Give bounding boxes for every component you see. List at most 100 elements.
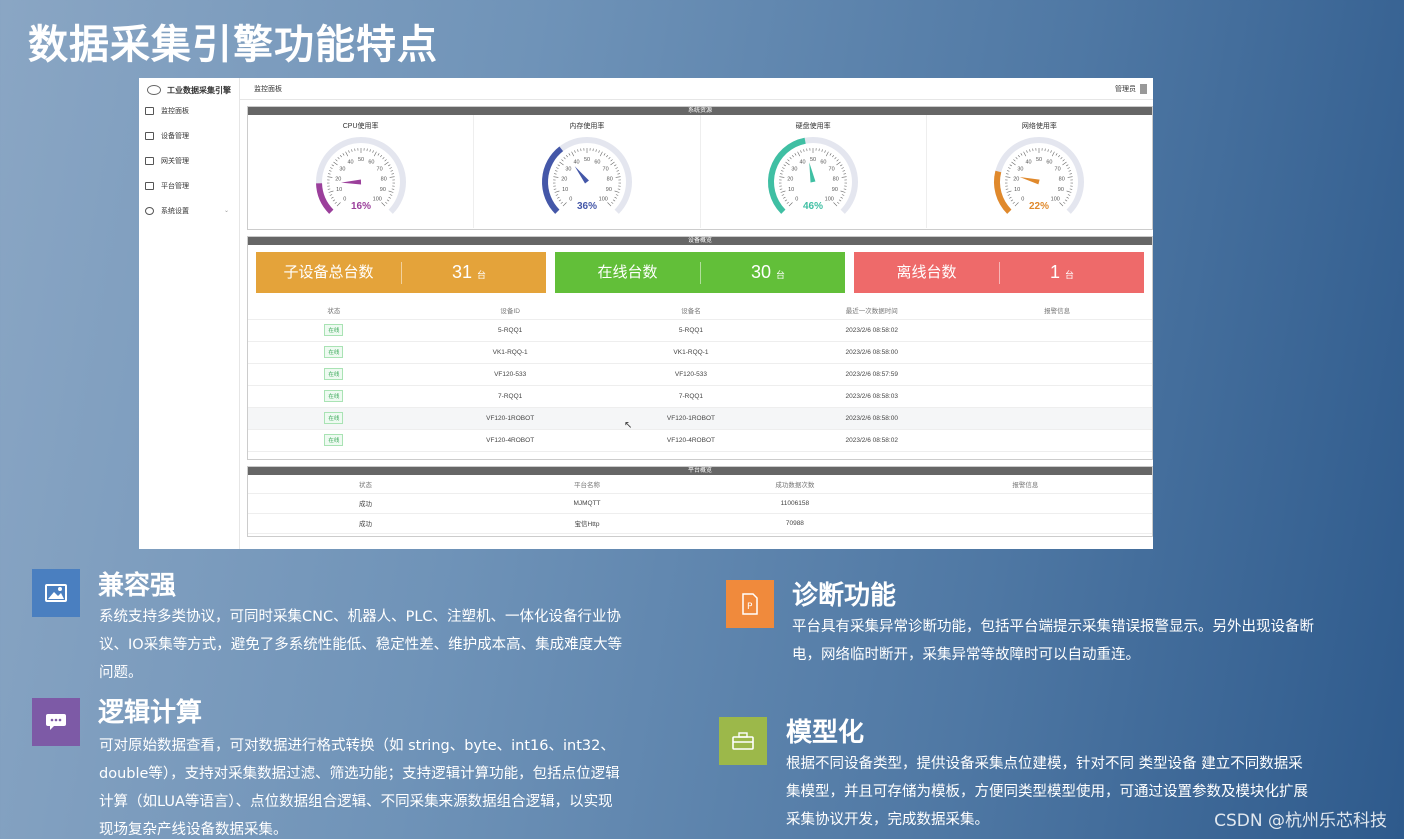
gauge-memory: 内存使用率 0 10 20 30 40 50 60 70 80 90 100 36% xyxy=(474,115,701,228)
gauge-tick xyxy=(369,149,371,152)
gauge-tick xyxy=(1012,201,1016,204)
gauge-tick xyxy=(1023,151,1027,157)
gauge-tick xyxy=(1015,202,1020,207)
gauge-tick xyxy=(610,161,615,166)
column-header[interactable]: 平台名称 xyxy=(483,475,691,494)
table-row[interactable]: 在线 7-RQQ1 7-RQQ1 2023/2/6 08:58:03 xyxy=(248,385,1152,408)
table-row[interactable]: 在线 VK1-RQQ-1 VK1-RQQ-1 2023/2/6 08:58:00 xyxy=(248,341,1152,364)
gauge-tick xyxy=(843,188,847,190)
sidebar-item-monitor[interactable]: 监控面板 xyxy=(139,98,239,123)
gauge-tick-label: 30 xyxy=(1018,166,1024,172)
column-header[interactable]: 设备ID xyxy=(419,301,601,320)
column-header[interactable]: 状态 xyxy=(248,475,484,494)
gauge-tick-label: 40 xyxy=(347,160,353,166)
gauge-tick xyxy=(553,173,557,175)
card-label: 子设备总台数 xyxy=(256,261,402,284)
gauge-tick xyxy=(388,196,391,199)
gauge-needle xyxy=(809,162,816,183)
gauge-tick xyxy=(1006,190,1012,193)
gauge-tick xyxy=(785,161,790,166)
gauge-needle xyxy=(1020,177,1040,185)
mouse-cursor-icon: ↖ xyxy=(624,420,633,431)
table-row[interactable]: 成功 宝信Http 70988 xyxy=(248,513,1152,534)
gauge-tick-label: 70 xyxy=(376,166,382,172)
gauge-tick xyxy=(1070,188,1073,190)
gauge-tick xyxy=(598,150,600,153)
user-menu[interactable]: 管理员 xyxy=(1115,83,1147,94)
gauge-tick xyxy=(1005,176,1011,178)
gauge-tick xyxy=(783,164,787,167)
sidebar-item-gateways[interactable]: 网关管理 xyxy=(139,148,239,173)
gauge-tick xyxy=(615,167,618,169)
gauge-tick xyxy=(617,173,620,175)
gauge-tick xyxy=(794,153,797,156)
table-row[interactable]: 在线 VF120-4ROBOT VF120-4ROBOT 2023/2/6 08… xyxy=(248,429,1152,452)
gauge-tick xyxy=(389,194,392,196)
gauge-tick xyxy=(607,202,612,207)
gauge-tick-label: 0 xyxy=(343,196,346,202)
column-header[interactable]: 状态 xyxy=(248,301,420,320)
brand: 工业数据采集引擎 xyxy=(139,78,239,98)
gauge-tick-label: 50 xyxy=(810,157,816,163)
gauge-network: 网络使用率 0 10 20 30 40 50 60 70 80 90 100 22% xyxy=(927,115,1152,228)
gauge-tick xyxy=(840,190,846,193)
gauge-tick-label: 50 xyxy=(584,157,590,163)
gauge-tick xyxy=(373,151,377,157)
gauge-tick xyxy=(1006,188,1009,190)
gauge-tick xyxy=(841,176,847,178)
card-label: 在线台数 xyxy=(555,261,701,284)
card-online: 在线台数 30 台 xyxy=(555,252,845,293)
device-id: VF120-4ROBOT xyxy=(419,429,601,452)
table-row[interactable]: 在线 VF120-1ROBOT VF120-1ROBOT 2023/2/6 08… xyxy=(248,407,1152,430)
column-header[interactable]: 设备名 xyxy=(600,301,782,320)
sidebar-item-platforms[interactable]: 平台管理 xyxy=(139,173,239,198)
gauge-tick xyxy=(789,157,792,160)
gauge-tick xyxy=(391,188,394,190)
table-row[interactable]: 成功 MJMQTT 11006158 xyxy=(248,493,1152,514)
gauge-tick-label: 90 xyxy=(1058,187,1064,193)
gauge-tick xyxy=(608,157,611,160)
gauge-tick xyxy=(560,201,563,204)
column-header[interactable]: 成功数据次数 xyxy=(690,475,899,494)
last-data-time: 2023/2/6 08:58:02 xyxy=(781,319,963,342)
sidebar-item-devices[interactable]: 设备管理 xyxy=(139,123,239,148)
gauge-tick xyxy=(599,151,603,157)
gauge-tick xyxy=(554,170,558,172)
card-total: 子设备总台数 31 台 xyxy=(256,252,546,293)
image-icon xyxy=(45,584,67,602)
device-id: VF120-1ROBOT xyxy=(419,407,601,430)
gauge-tick xyxy=(1066,190,1072,193)
breadcrumb[interactable]: 监控面板 xyxy=(254,84,282,94)
gauge-tick xyxy=(610,201,614,204)
column-header[interactable]: 报警信息 xyxy=(962,301,1152,320)
feature-icon-box xyxy=(32,698,80,746)
gauge-tick xyxy=(1066,164,1069,167)
gauge-tick xyxy=(553,188,557,190)
gauge-tick xyxy=(380,202,385,207)
gauge-tick-label: 60 xyxy=(1047,160,1053,166)
feature-icon-box: P xyxy=(726,580,774,628)
gauge-tick xyxy=(1058,154,1061,158)
gauge-tick-label: 80 xyxy=(1059,176,1065,182)
platform-name: MJMQTT xyxy=(483,493,691,514)
device-id: 7-RQQ1 xyxy=(419,385,601,408)
gauge-tick xyxy=(563,157,566,160)
gauge-tick xyxy=(577,149,579,152)
column-header[interactable]: 报警信息 xyxy=(898,475,1152,494)
gauge-tick xyxy=(559,161,564,166)
gauge-tick xyxy=(834,157,837,160)
device-name: 7-RQQ1 xyxy=(600,385,782,408)
watermark: CSDN @杭州乐芯科技 xyxy=(1214,811,1387,831)
last-data-time: 2023/2/6 08:58:03 xyxy=(781,385,963,408)
gauge-tick xyxy=(554,190,560,193)
gauge-tick xyxy=(558,199,561,202)
gauge-tick xyxy=(1066,196,1070,199)
gauge-tick xyxy=(568,153,571,156)
panel-header: 系统资源 xyxy=(248,107,1152,115)
table-row[interactable]: 在线 5-RQQ1 5-RQQ1 2023/2/6 08:58:02 xyxy=(248,319,1152,342)
table-row[interactable]: 在线 VF120-533 VF120-533 2023/2/6 08:57:59 xyxy=(248,363,1152,386)
sidebar-item-settings[interactable]: 系统设置 ⌄ xyxy=(139,198,239,223)
feature-icon-box xyxy=(32,569,80,617)
column-header[interactable]: 最近一次数据时间 xyxy=(781,301,963,320)
gauge-tick-label: 20 xyxy=(1014,176,1020,182)
